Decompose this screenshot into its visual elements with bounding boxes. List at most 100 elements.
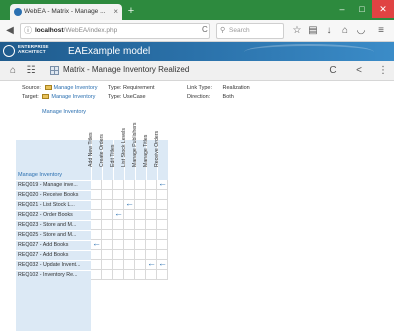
matrix-row-header[interactable]: REQ102 - Inventory Re... bbox=[16, 270, 91, 280]
matrix-cell-linked[interactable] bbox=[113, 208, 124, 220]
matrix-row-header[interactable]: REQ019 - Manage inve... bbox=[16, 180, 91, 190]
matrix-cell[interactable] bbox=[124, 210, 135, 220]
matrix-cell[interactable] bbox=[157, 210, 168, 220]
home-icon[interactable]: ⌂ bbox=[338, 24, 352, 38]
matrix-cell[interactable] bbox=[102, 180, 113, 190]
matrix-cell[interactable] bbox=[124, 260, 135, 270]
matrix-cell[interactable] bbox=[102, 250, 113, 260]
source-link[interactable]: Manage Inventory bbox=[54, 85, 98, 91]
matrix-cell[interactable] bbox=[91, 270, 102, 280]
refresh-button[interactable]: C bbox=[326, 64, 340, 78]
matrix-cell[interactable] bbox=[91, 220, 102, 230]
matrix-cell[interactable] bbox=[91, 210, 102, 220]
matrix-cell[interactable] bbox=[113, 230, 124, 240]
browser-tree-button[interactable]: ☷ bbox=[24, 64, 38, 78]
matrix-row-header[interactable]: REQ021 - List Stock L... bbox=[16, 200, 91, 210]
tab-close-icon[interactable]: × bbox=[113, 4, 118, 20]
matrix-cell-linked[interactable] bbox=[146, 258, 157, 270]
matrix-cell[interactable] bbox=[135, 270, 146, 280]
matrix-cell[interactable] bbox=[135, 250, 146, 260]
matrix-cell[interactable] bbox=[102, 210, 113, 220]
matrix-cell[interactable] bbox=[146, 200, 157, 210]
browser-menu-icon[interactable]: ≡ bbox=[374, 24, 388, 38]
matrix-cell[interactable] bbox=[102, 220, 113, 230]
matrix-cell[interactable] bbox=[157, 220, 168, 230]
matrix-cell[interactable] bbox=[157, 270, 168, 280]
minimize-button[interactable]: – bbox=[332, 0, 352, 18]
pocket-icon[interactable]: ◡ bbox=[354, 24, 368, 38]
matrix-row-header[interactable]: REQ023 - Store and M... bbox=[16, 220, 91, 230]
matrix-cell[interactable] bbox=[135, 190, 146, 200]
matrix-cell[interactable] bbox=[113, 190, 124, 200]
matrix-cell[interactable] bbox=[146, 220, 157, 230]
matrix-cell[interactable] bbox=[135, 210, 146, 220]
share-button[interactable]: < bbox=[352, 64, 366, 78]
matrix-cell[interactable] bbox=[91, 200, 102, 210]
new-tab-button[interactable]: + bbox=[124, 6, 138, 18]
matrix-cell-linked[interactable] bbox=[157, 258, 168, 270]
matrix-cell[interactable] bbox=[113, 240, 124, 250]
matrix-row-header[interactable]: REQ020 - Receive Books bbox=[16, 190, 91, 200]
address-bar[interactable]: ⓘ localhost/WebEA/index.php bbox=[20, 23, 210, 39]
matrix-cell[interactable] bbox=[102, 270, 113, 280]
close-window-button[interactable]: ✕ bbox=[372, 0, 394, 18]
matrix-cell[interactable] bbox=[135, 200, 146, 210]
search-input[interactable]: ⚲ Search bbox=[216, 23, 284, 39]
matrix-cell[interactable] bbox=[135, 240, 146, 250]
matrix-cell-linked[interactable] bbox=[124, 198, 135, 210]
matrix-cell[interactable] bbox=[124, 220, 135, 230]
matrix-cell[interactable] bbox=[157, 240, 168, 250]
matrix-cell[interactable] bbox=[102, 190, 113, 200]
more-options-button[interactable]: ⋮ bbox=[376, 64, 390, 78]
matrix-cell[interactable] bbox=[113, 220, 124, 230]
download-icon[interactable]: ↓ bbox=[322, 24, 336, 38]
matrix-cell[interactable] bbox=[113, 180, 124, 190]
matrix-cell[interactable] bbox=[113, 250, 124, 260]
browser-tab[interactable]: WebEA - Matrix - Manage ... × bbox=[10, 4, 122, 20]
home-button[interactable]: ⌂ bbox=[6, 64, 20, 78]
bookmark-star-icon[interactable]: ☆ bbox=[290, 24, 304, 38]
matrix-cell[interactable] bbox=[146, 210, 157, 220]
matrix-cell[interactable] bbox=[146, 270, 157, 280]
matrix-cell[interactable] bbox=[146, 240, 157, 250]
matrix-cell[interactable] bbox=[91, 180, 102, 190]
matrix-cell[interactable] bbox=[157, 190, 168, 200]
matrix-cell[interactable] bbox=[124, 250, 135, 260]
matrix-cell-linked[interactable] bbox=[157, 178, 168, 190]
matrix-cell[interactable] bbox=[102, 240, 113, 250]
matrix-row-header[interactable]: REQ025 - Store and M... bbox=[16, 230, 91, 240]
matrix-row-header[interactable]: REQ027 - Add Books bbox=[16, 240, 91, 250]
matrix-cell[interactable] bbox=[146, 190, 157, 200]
matrix-cell-linked[interactable] bbox=[91, 238, 102, 250]
matrix-cell[interactable] bbox=[91, 190, 102, 200]
matrix-cell[interactable] bbox=[124, 270, 135, 280]
matrix-cell[interactable] bbox=[102, 230, 113, 240]
matrix-row-header[interactable]: REQ022 - Order Books bbox=[16, 210, 91, 220]
matrix-row-header[interactable]: REQ032 - Update Invent... bbox=[16, 260, 91, 270]
matrix-cell[interactable] bbox=[135, 220, 146, 230]
matrix-cell[interactable] bbox=[124, 230, 135, 240]
matrix-cell[interactable] bbox=[102, 200, 113, 210]
matrix-cell[interactable] bbox=[146, 230, 157, 240]
reload-icon[interactable]: C bbox=[202, 25, 208, 34]
matrix-cell[interactable] bbox=[146, 180, 157, 190]
matrix-cell[interactable] bbox=[124, 180, 135, 190]
bookmarks-list-icon[interactable]: ▤ bbox=[306, 24, 320, 38]
matrix-cell[interactable] bbox=[135, 180, 146, 190]
matrix-cell[interactable] bbox=[157, 200, 168, 210]
matrix-cell[interactable] bbox=[124, 240, 135, 250]
matrix-cell[interactable] bbox=[135, 260, 146, 270]
column-package-link[interactable]: Manage Inventory bbox=[42, 109, 86, 115]
matrix-cell[interactable] bbox=[91, 250, 102, 260]
maximize-button[interactable]: □ bbox=[352, 0, 372, 18]
matrix-column-header[interactable]: Receive Orders bbox=[154, 131, 168, 180]
matrix-cell[interactable] bbox=[135, 230, 146, 240]
matrix-cell[interactable] bbox=[157, 230, 168, 240]
back-icon[interactable]: ◀ bbox=[3, 24, 17, 38]
matrix-row-header[interactable]: REQ027 - Add Books bbox=[16, 250, 91, 260]
matrix-cell[interactable] bbox=[91, 260, 102, 270]
matrix-corner-label[interactable]: Manage Inventory bbox=[18, 172, 62, 178]
site-info-icon[interactable]: ⓘ bbox=[24, 24, 32, 38]
matrix-cell[interactable] bbox=[102, 260, 113, 270]
matrix-cell[interactable] bbox=[113, 260, 124, 270]
